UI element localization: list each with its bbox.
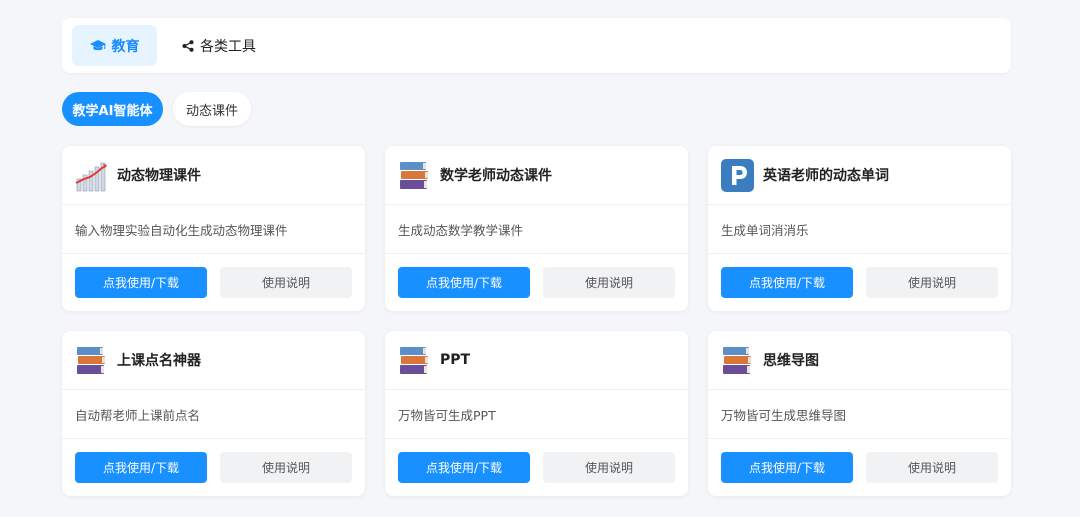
books-icon bbox=[398, 159, 431, 192]
instructions-button[interactable]: 使用说明 bbox=[220, 267, 352, 298]
books-icon bbox=[398, 344, 431, 377]
card-description: 生成动态数学教学课件 bbox=[385, 205, 688, 254]
instructions-button[interactable]: 使用说明 bbox=[866, 267, 998, 298]
instructions-button[interactable]: 使用说明 bbox=[543, 267, 675, 298]
tool-card: 数学老师动态课件 生成动态数学教学课件 点我使用/下载 使用说明 bbox=[385, 146, 688, 311]
use-download-button[interactable]: 点我使用/下载 bbox=[75, 267, 207, 298]
card-description: 生成单词消消乐 bbox=[708, 205, 1011, 254]
tab-label: 各类工具 bbox=[200, 38, 256, 55]
books-icon bbox=[75, 344, 108, 377]
card-description: 万物皆可生成PPT bbox=[385, 390, 688, 439]
use-download-button[interactable]: 点我使用/下载 bbox=[721, 452, 853, 483]
card-description: 输入物理实验自动化生成动态物理课件 bbox=[62, 205, 365, 254]
p-letter-icon bbox=[721, 158, 754, 192]
use-download-button[interactable]: 点我使用/下载 bbox=[75, 452, 207, 483]
tab-tools[interactable]: 各类工具 bbox=[182, 25, 272, 66]
tool-card: 英语老师的动态单词 生成单词消消乐 点我使用/下载 使用说明 bbox=[708, 146, 1011, 311]
instructions-button[interactable]: 使用说明 bbox=[220, 452, 352, 483]
tool-card: 上课点名神器 自动帮老师上课前点名 点我使用/下载 使用说明 bbox=[62, 331, 365, 496]
bar-chart-icon bbox=[75, 159, 108, 192]
tool-card: 思维导图 万物皆可生成思维导图 点我使用/下载 使用说明 bbox=[708, 331, 1011, 496]
card-title: PPT bbox=[440, 352, 471, 368]
tool-card: PPT 万物皆可生成PPT 点我使用/下载 使用说明 bbox=[385, 331, 688, 496]
tool-card: 动态物理课件 输入物理实验自动化生成动态物理课件 点我使用/下载 使用说明 bbox=[62, 146, 365, 311]
instructions-button[interactable]: 使用说明 bbox=[866, 452, 998, 483]
subtab-teaching-ai[interactable]: 教学AI智能体 bbox=[62, 92, 163, 126]
use-download-button[interactable]: 点我使用/下载 bbox=[398, 452, 530, 483]
graduation-cap-icon bbox=[89, 39, 106, 52]
card-title: 动态物理课件 bbox=[117, 168, 201, 184]
card-title: 数学老师动态课件 bbox=[440, 168, 552, 184]
card-description: 自动帮老师上课前点名 bbox=[62, 390, 365, 439]
instructions-button[interactable]: 使用说明 bbox=[543, 452, 675, 483]
card-title: 英语老师的动态单词 bbox=[763, 168, 889, 184]
share-icon bbox=[182, 39, 194, 52]
subtab-dynamic-courseware[interactable]: 动态课件 bbox=[173, 92, 251, 126]
tab-label: 教育 bbox=[111, 38, 140, 55]
category-bar: 教育 各类工具 bbox=[62, 18, 1011, 73]
tab-education[interactable]: 教育 bbox=[72, 25, 157, 66]
books-icon bbox=[721, 344, 754, 377]
card-title: 上课点名神器 bbox=[117, 353, 201, 369]
use-download-button[interactable]: 点我使用/下载 bbox=[398, 267, 530, 298]
use-download-button[interactable]: 点我使用/下载 bbox=[721, 267, 853, 298]
card-description: 万物皆可生成思维导图 bbox=[708, 390, 1011, 439]
card-title: 思维导图 bbox=[763, 353, 819, 369]
